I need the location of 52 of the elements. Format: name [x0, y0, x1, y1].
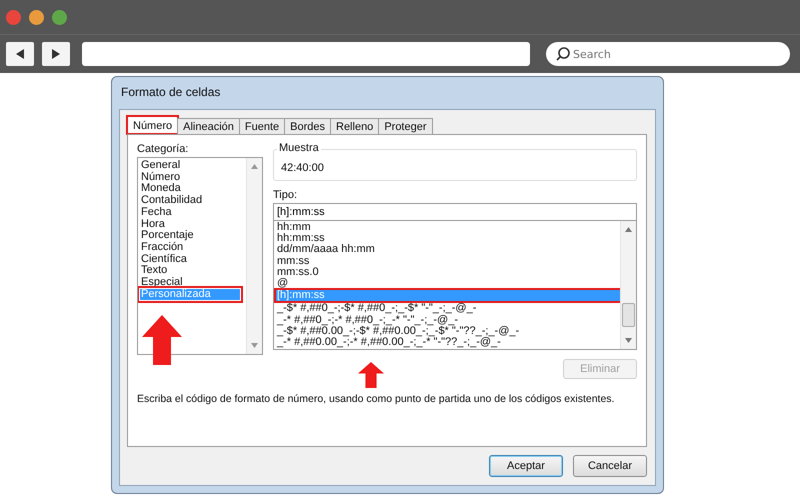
back-button[interactable] [6, 42, 34, 66]
scroll-up-icon[interactable] [251, 164, 258, 169]
scroll-down-icon[interactable] [625, 338, 632, 343]
category-item[interactable]: Contabilidad [140, 195, 246, 207]
tab[interactable]: Número [127, 116, 178, 134]
format-item[interactable]: hh:mm:ss [276, 233, 620, 244]
scroll-up-icon[interactable] [625, 227, 632, 232]
format-item[interactable]: @ [276, 278, 620, 290]
up-arrow-icon [142, 315, 182, 365]
tab[interactable]: Alineación [177, 118, 240, 134]
tab[interactable]: Proteger [378, 118, 433, 134]
format-item[interactable]: hh:mm [276, 222, 620, 234]
category-item[interactable]: Hora [140, 218, 246, 230]
category-label: Categoría: [137, 143, 190, 155]
dialog-title: Formato de celdas [120, 84, 222, 101]
forward-button[interactable] [42, 42, 70, 66]
description-text: Escriba el código de formato de número, usando como punto de partida uno de los códigos existentes. [137, 393, 616, 405]
minimize-window-icon[interactable] [29, 10, 44, 24]
format-item[interactable]: dd/mm/aaaa hh:mm [276, 244, 620, 256]
category-item[interactable]: Número [140, 172, 246, 184]
dialog-button[interactable]: Cancelar [573, 455, 647, 477]
category-item[interactable]: Fecha [140, 206, 246, 219]
category-item[interactable]: Especial [140, 277, 246, 289]
search-icon [555, 46, 571, 62]
close-window-icon[interactable] [6, 10, 21, 24]
type-input-field[interactable]: [h]:mm:ss [273, 203, 637, 221]
tab[interactable]: Bordes [284, 118, 331, 134]
category-item[interactable]: Fracción [140, 242, 246, 254]
category-item[interactable]: Texto [140, 265, 246, 278]
scroll-thumb[interactable] [622, 303, 635, 327]
sample-label: Muestra [277, 142, 321, 154]
scroll-down-icon[interactable] [251, 343, 258, 348]
sample-value: 42:40:00 [281, 162, 324, 174]
maximize-window-icon[interactable] [52, 10, 67, 24]
category-item[interactable]: Moneda [140, 183, 246, 196]
format-item[interactable]: _-$* #,##0.00_-;-$* #,##0.00_-;_-$* "-"??_-;_-@_- [276, 326, 620, 338]
scrollbar[interactable] [620, 221, 636, 349]
dialog-button[interactable]: Aceptar [489, 455, 563, 477]
category-item[interactable]: Porcentaje [140, 230, 246, 242]
format-item[interactable]: _-$* #,##0_-;-$* #,##0_-;_-$* "-"_-;_-@_- [276, 303, 620, 315]
format-item[interactable]: mm:ss.0 [276, 266, 620, 278]
scrollbar[interactable] [246, 158, 262, 354]
category-item[interactable]: General [140, 160, 246, 172]
format-item[interactable]: mm:ss [276, 256, 620, 267]
up-arrow-icon [358, 362, 384, 388]
category-item[interactable]: Científica [140, 254, 246, 266]
search-field[interactable]: Search [546, 42, 790, 66]
format-item[interactable]: _-* #,##0_-;-* #,##0_-;_-* "-"_-;_-@_- [276, 314, 620, 326]
tab[interactable]: Relleno [330, 118, 380, 134]
tab[interactable]: Fuente [238, 118, 286, 134]
type-label: Tipo: [273, 189, 298, 201]
format-item[interactable]: _-* #,##0.00_-;-* #,##0.00_-;_-* "-"??_-;_-@_- [276, 337, 620, 348]
